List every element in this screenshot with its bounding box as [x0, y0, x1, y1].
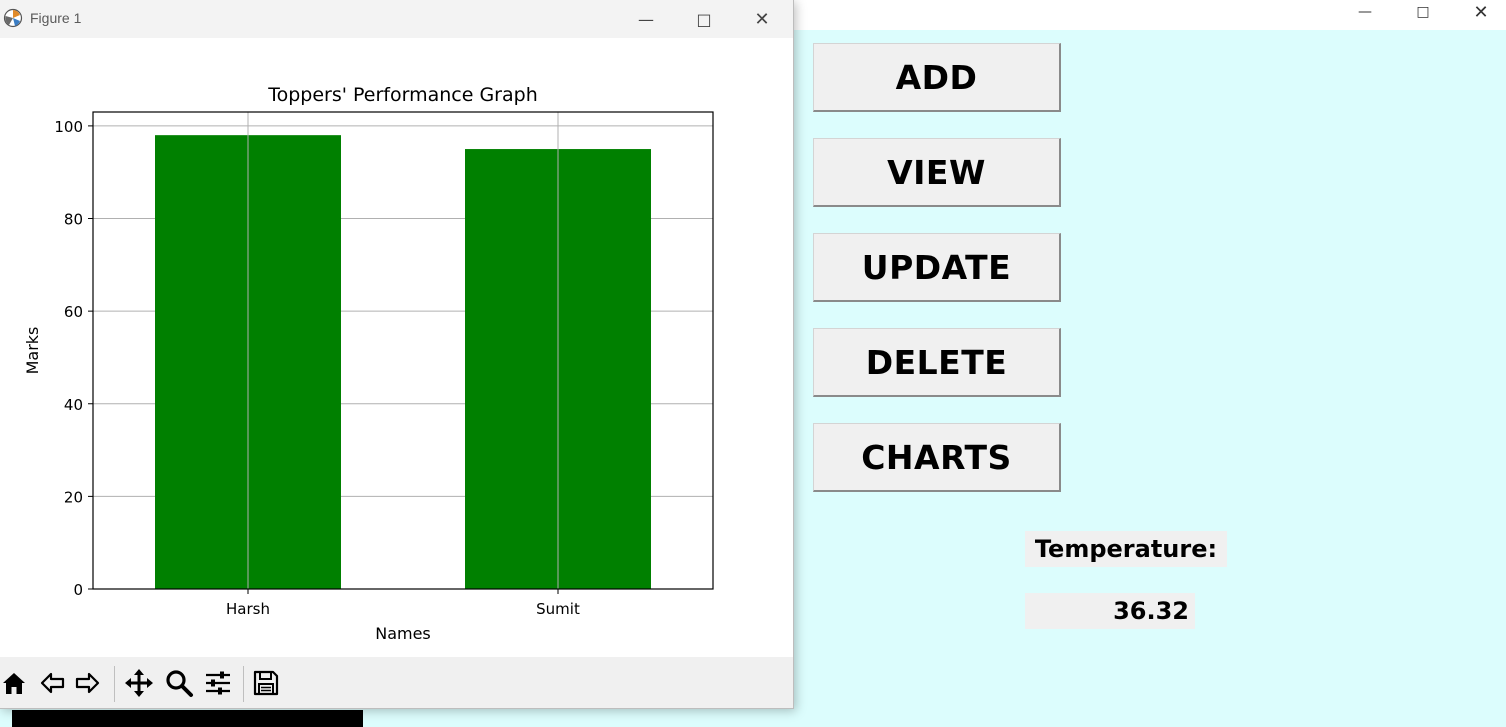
toolbar-separator [114, 666, 115, 702]
figure-title: Figure 1 [30, 10, 82, 26]
figure-minimize-button[interactable]: — [626, 6, 666, 32]
app-close-button[interactable]: ✕ [1458, 0, 1504, 24]
figure-maximize-button[interactable]: □ [684, 6, 724, 32]
bar-chart: 0 20 40 60 80 100 Harsh Sumit Toppers' Performa… [23, 84, 714, 643]
view-button[interactable]: VIEW [813, 138, 1061, 207]
delete-button[interactable]: DELETE [813, 328, 1061, 397]
forward-icon[interactable] [70, 664, 106, 702]
y-tick-label: 20 [64, 488, 83, 506]
temperature-value: 36.32 [1025, 593, 1195, 629]
y-tick-label: 100 [54, 118, 83, 136]
figure-toolbar [0, 657, 793, 708]
home-icon[interactable] [0, 664, 32, 702]
zoom-icon[interactable] [161, 664, 197, 702]
figure-titlebar: Figure 1 — □ ✕ [0, 0, 793, 38]
charts-button[interactable]: CHARTS [813, 423, 1061, 492]
pan-icon[interactable] [121, 664, 157, 702]
y-axis-label: Marks [23, 327, 42, 375]
app-maximize-button[interactable]: □ [1400, 0, 1446, 24]
y-tick-label: 0 [73, 581, 83, 599]
taskbar-fragment [12, 710, 363, 727]
y-tick-label: 40 [64, 396, 83, 414]
save-icon[interactable] [248, 664, 284, 702]
matplotlib-logo-icon [3, 8, 23, 28]
temperature-label: Temperature: [1025, 531, 1227, 567]
configure-subplots-icon[interactable] [200, 664, 236, 702]
x-tick-label: Harsh [226, 600, 270, 618]
chart-title: Toppers' Performance Graph [267, 84, 538, 106]
back-icon[interactable] [34, 664, 70, 702]
x-axis-label: Names [375, 624, 431, 643]
figure-window: Figure 1 — □ ✕ 0 20 40 60 80 100 Harsh Sumit To… [0, 0, 794, 709]
app-minimize-button[interactable]: — [1342, 0, 1388, 24]
update-button[interactable]: UPDATE [813, 233, 1061, 302]
x-tick-label: Sumit [536, 600, 580, 618]
y-tick-label: 60 [64, 303, 83, 321]
toolbar-separator [243, 666, 244, 702]
y-tick-label: 80 [64, 211, 83, 229]
add-button[interactable]: ADD [813, 43, 1061, 112]
figure-close-button[interactable]: ✕ [742, 6, 782, 32]
